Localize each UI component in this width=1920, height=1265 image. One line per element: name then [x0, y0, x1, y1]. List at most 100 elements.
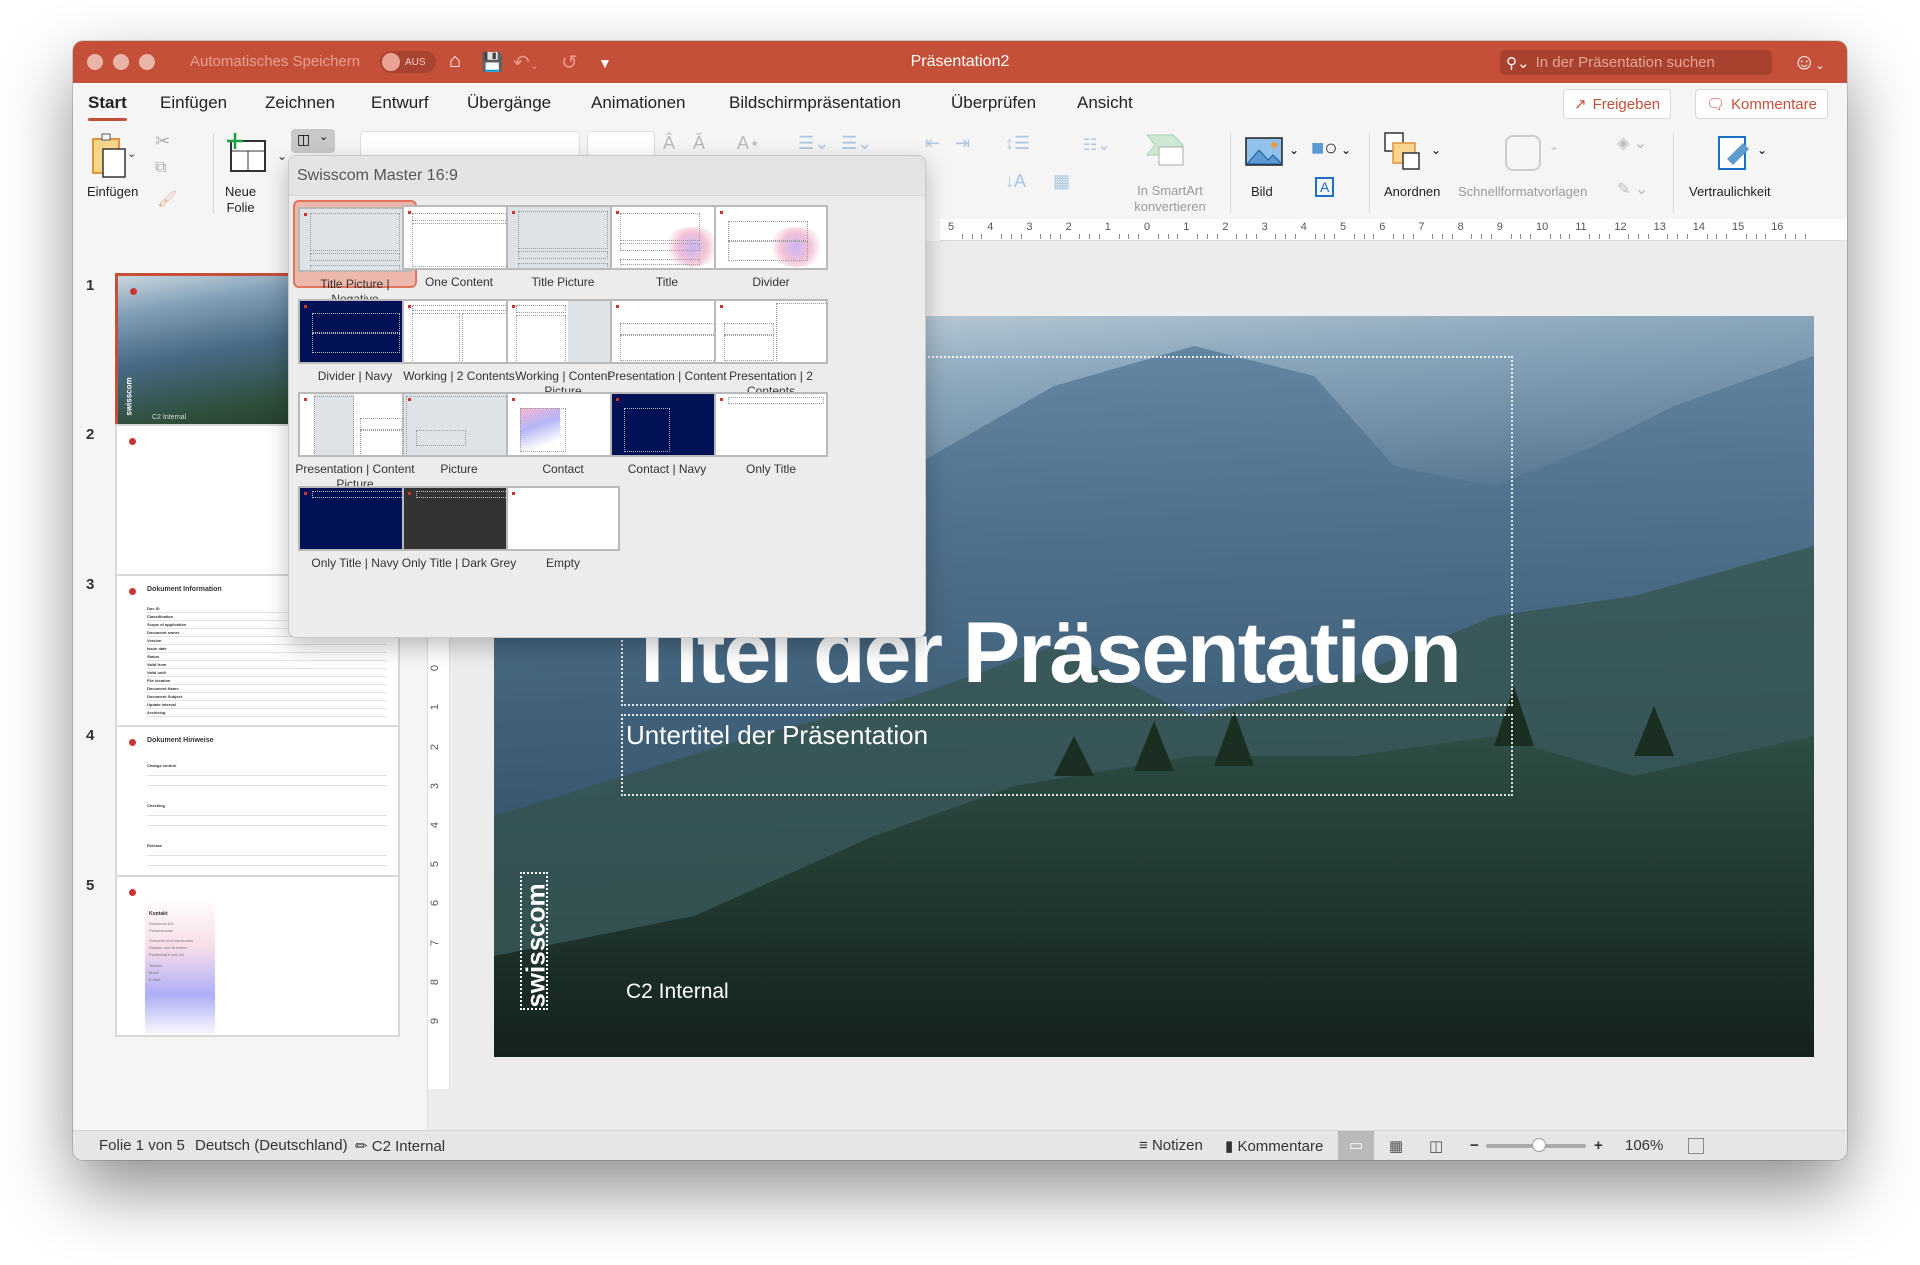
quick-styles-icon[interactable]	[1505, 135, 1541, 171]
autosave-toggle[interactable]: AUS	[380, 51, 436, 73]
ruler-tick-label: 6	[429, 900, 442, 907]
layout-option[interactable]: Empty	[501, 481, 625, 571]
comments-status-button[interactable]: ▮ Kommentare	[1225, 1137, 1323, 1155]
sensitivity-chevron-icon[interactable]: ⌄	[1757, 143, 1767, 157]
vertical-ruler[interactable]: 10123456789	[428, 619, 450, 1089]
layout-option[interactable]: Presentation | 2 Contents	[709, 294, 833, 399]
notes-icon: ≡	[1139, 1137, 1148, 1154]
fit-to-window-button[interactable]	[1688, 1138, 1704, 1154]
swisscom-logo[interactable]: swisscom	[520, 872, 551, 1010]
thumb-row-label: Update interval	[147, 702, 176, 707]
copy-icon[interactable]: ⧉	[155, 159, 166, 177]
quick-styles-chevron-icon[interactable]: ⌄	[1549, 139, 1559, 153]
save-icon[interactable]: 💾	[481, 52, 503, 73]
undo-icon[interactable]: ↶⌄	[513, 50, 539, 75]
picture-chevron-icon[interactable]: ⌄	[1289, 143, 1299, 157]
align-text-icon[interactable]: ▦	[1053, 171, 1070, 192]
layout-button[interactable]: ◫ ⌄	[291, 129, 335, 153]
increase-indent-icon[interactable]: ⇥	[955, 133, 970, 154]
new-slide-icon[interactable]	[225, 131, 273, 175]
swisscom-logo-icon	[129, 889, 136, 896]
tab-zeichnen[interactable]: Zeichnen	[265, 93, 335, 113]
paste-icon[interactable]: ⌄	[89, 131, 135, 179]
classification-label[interactable]: C2 Internal	[626, 980, 729, 1004]
redo-icon[interactable]: ↺	[561, 50, 578, 75]
layout-option[interactable]: Divider	[709, 200, 833, 290]
horizontal-ruler[interactable]: 5 4 3 2 1 0 1 2 3 4 5 6 7 8 9 10 11 12 13 14 15 16	[940, 219, 1847, 241]
tab-bildschirmpraesentation[interactable]: Bildschirmpräsentation	[729, 93, 901, 113]
decrease-font-icon[interactable]: Ǎ	[693, 133, 705, 154]
close-window-button[interactable]	[87, 54, 103, 70]
tab-einfuegen[interactable]: Einfügen	[160, 93, 227, 113]
normal-view-button[interactable]: ▭	[1338, 1131, 1374, 1160]
numbering-icon[interactable]: ☰⌄	[841, 133, 872, 154]
tab-entwurf[interactable]: Entwurf	[371, 93, 429, 113]
layout-preview	[506, 392, 620, 457]
presenter-view-button[interactable]: ◫	[1429, 1137, 1443, 1155]
sensitivity-status[interactable]: ✏ C2 Internal	[355, 1137, 445, 1155]
text-direction-icon[interactable]: ↓A	[1005, 171, 1026, 192]
thumb-section: Checking	[147, 803, 166, 808]
font-name-select[interactable]	[360, 131, 580, 157]
title-bar: Automatisches Speichern AUS ⌂ 💾 ↶⌄ ↺ ▼ P…	[73, 41, 1847, 83]
layout-preview	[402, 205, 516, 270]
tab-animationen[interactable]: Animationen	[591, 93, 686, 113]
shapes-icon[interactable]: ■○	[1311, 135, 1338, 161]
textbox-icon[interactable]: A	[1315, 177, 1335, 197]
layout-preview	[298, 486, 412, 551]
layout-option[interactable]: Only Title	[709, 387, 833, 477]
tab-ueberpruefen[interactable]: Überprüfen	[951, 93, 1036, 113]
slide-thumbnail-4[interactable]: Dokument Hinweise Change control Checkin…	[115, 725, 400, 887]
ruler-tick-label: 0	[429, 665, 442, 672]
new-slide-chevron-icon[interactable]: ⌄	[277, 149, 287, 163]
ruler-tick-label: 5	[1340, 221, 1347, 233]
columns-icon[interactable]: ☷⌄	[1083, 135, 1111, 155]
slide-subtitle[interactable]: Untertitel der Präsentation	[626, 720, 928, 751]
sensitivity-icon[interactable]	[1715, 131, 1755, 173]
format-painter-icon[interactable]: 🖌	[157, 189, 177, 209]
arrange-chevron-icon[interactable]: ⌄	[1431, 143, 1441, 157]
thumb-row-label: Issue date	[147, 646, 167, 651]
customize-toolbar-icon[interactable]: ▼	[598, 55, 612, 71]
layout-label: Only Title	[745, 462, 796, 476]
decrease-indent-icon[interactable]: ⇤	[925, 133, 940, 154]
arrange-icon[interactable]	[1383, 131, 1423, 173]
picture-label: Bild	[1251, 184, 1273, 199]
ruler-tick-label: 6	[1379, 221, 1386, 233]
slide-sorter-button[interactable]: ▦	[1389, 1137, 1403, 1155]
zoom-slider-thumb[interactable]	[1532, 1138, 1546, 1152]
minimize-window-button[interactable]	[113, 54, 129, 70]
language-status[interactable]: Deutsch (Deutschland)	[195, 1137, 348, 1154]
cut-icon[interactable]: ✂	[155, 131, 170, 152]
bullets-icon[interactable]: ☰⌄	[798, 133, 829, 154]
ruler-tick-label: 7	[1418, 221, 1425, 233]
shape-outline-icon[interactable]: ✎ ⌄	[1617, 179, 1648, 199]
feedback-smiley-icon[interactable]: ☺⌄	[1793, 49, 1825, 75]
share-button[interactable]: ↗ Freigeben	[1563, 89, 1672, 119]
search-input[interactable]: ⚲⌄ In der Präsentation suchen	[1500, 50, 1772, 75]
home-icon[interactable]: ⌂	[449, 50, 461, 73]
zoom-slider[interactable]	[1486, 1138, 1586, 1152]
zoom-window-button[interactable]	[139, 54, 155, 70]
zoom-in-button[interactable]: +	[1594, 1137, 1603, 1154]
tab-start[interactable]: Start	[88, 93, 127, 121]
zoom-level[interactable]: 106%	[1625, 1137, 1663, 1154]
shapes-chevron-icon[interactable]: ⌄	[1341, 143, 1351, 157]
shape-fill-icon[interactable]: ◈ ⌄	[1617, 133, 1647, 153]
layout-preview	[610, 392, 724, 457]
tab-ansicht[interactable]: Ansicht	[1077, 93, 1133, 113]
increase-font-icon[interactable]: Â	[663, 133, 675, 154]
comments-button[interactable]: 🗨 Kommentare	[1695, 89, 1828, 119]
ruler-tick-label: 0	[1144, 221, 1151, 233]
notes-button[interactable]: ≡ Notizen	[1139, 1137, 1203, 1154]
smartart-icon[interactable]	[1145, 133, 1189, 167]
clear-format-icon[interactable]: A⋆	[737, 133, 760, 154]
line-spacing-icon[interactable]: ↕☰	[1005, 133, 1030, 154]
zoom-out-button[interactable]: −	[1470, 1137, 1479, 1154]
font-size-select[interactable]	[587, 131, 655, 157]
slide-number: 1	[86, 277, 95, 294]
slide-thumbnail-5[interactable]: Kontakt Swisscom AG Firmenzusatz Vorname u…	[115, 875, 400, 1037]
picture-icon[interactable]	[1245, 137, 1285, 167]
tab-uebergaenge[interactable]: Übergänge	[467, 93, 551, 113]
autosave-label: Automatisches Speichern	[190, 53, 361, 70]
